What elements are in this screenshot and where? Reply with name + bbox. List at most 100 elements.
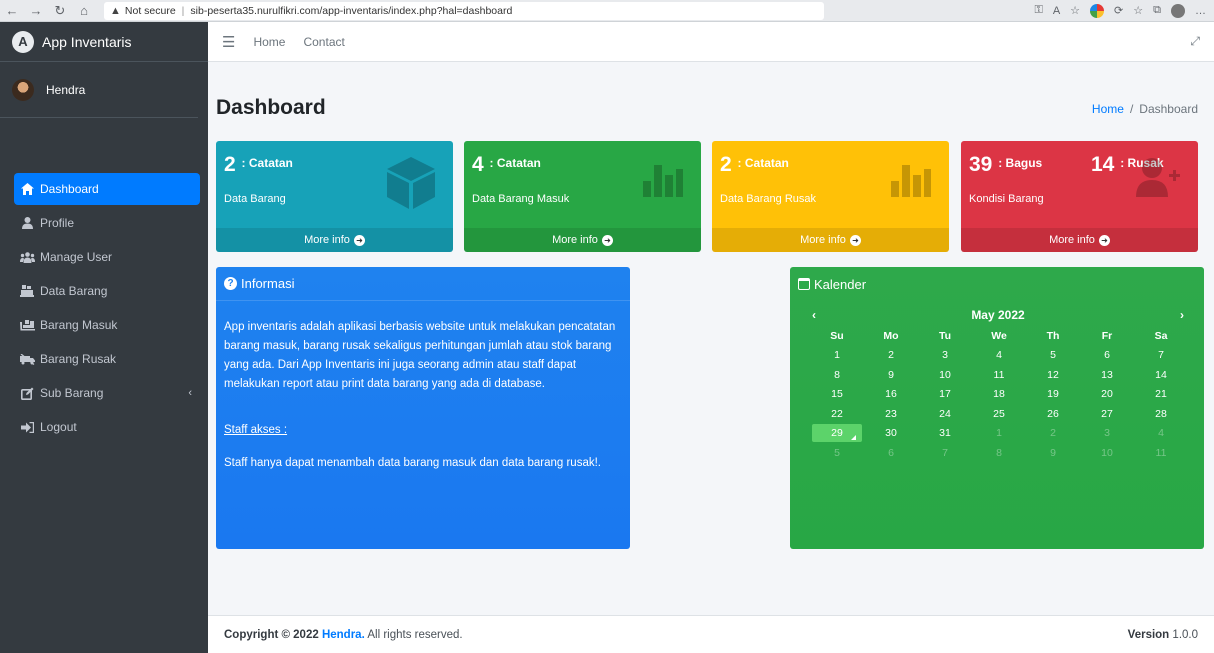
more-info-link[interactable]: More info ➜ — [216, 228, 453, 252]
calendar-day[interactable]: 4 — [1134, 427, 1188, 439]
calendar-day[interactable]: 7 — [918, 447, 972, 459]
calendar-weekday: Tu — [938, 329, 952, 342]
brand[interactable]: A App Inventaris — [0, 22, 208, 62]
key-icon[interactable]: ⚿ — [1034, 4, 1042, 17]
stat-label: Kondisi Barang — [969, 193, 1044, 205]
calendar-day[interactable]: 25 — [972, 408, 1026, 420]
calendar-weekday: Fr — [1101, 329, 1113, 342]
calendar-day[interactable]: 3 — [918, 349, 972, 361]
calendar-month-label[interactable]: May 2022 — [971, 308, 1024, 322]
calendar-day[interactable]: 16 — [864, 388, 918, 400]
calendar-day[interactable]: 30 — [864, 427, 918, 439]
more-info-link[interactable]: More info ➜ — [712, 228, 949, 252]
sidebar-item-logout[interactable]: Logout — [14, 411, 200, 443]
calendar-day[interactable]: 2 — [864, 349, 918, 361]
calendar-day[interactable]: 8 — [972, 447, 1026, 459]
calendar-day[interactable]: 20 — [1080, 388, 1134, 400]
calendar-day[interactable]: 28 — [1134, 408, 1188, 420]
stat-box-barang-rusak: 2 : Catatan Data Barang Rusak More info ➜ — [712, 141, 949, 252]
calendar-day[interactable]: 18 — [972, 388, 1026, 400]
sync-icon[interactable]: ⟳ — [1114, 4, 1123, 17]
favorite-icon[interactable]: ☆ — [1070, 4, 1080, 17]
hamburger-menu-icon[interactable]: ☰ — [222, 33, 235, 51]
profile-avatar-icon[interactable] — [1171, 3, 1185, 18]
sidebar-item-barang-rusak[interactable]: Barang Rusak — [14, 343, 200, 375]
calendar-day[interactable]: 3 — [1080, 427, 1134, 439]
nav-contact-link[interactable]: Contact — [303, 35, 344, 49]
calendar-day[interactable]: 22 — [810, 408, 864, 420]
calendar-day[interactable]: 7 — [1134, 349, 1188, 361]
chevron-left-icon[interactable]: ‹ — [188, 387, 192, 399]
stat-value: 2 : Catatan — [224, 153, 293, 177]
address-bar[interactable]: ▲ Not secure | sib-peserta35.nurulfikri.… — [104, 1, 824, 20]
calendar-day[interactable]: 9 — [1026, 447, 1080, 459]
back-icon[interactable]: ← — [0, 3, 24, 18]
calendar-day[interactable]: 31 — [918, 427, 972, 439]
arrow-circle-right-icon: ➜ — [1098, 234, 1110, 246]
more-icon[interactable]: … — [1195, 5, 1206, 17]
sidebar-item-barang-masuk[interactable]: Barang Masuk — [14, 309, 200, 341]
calendar-card: Kalender ‹ May 2022 › Su Mo Tu We Th Fr Sa 1 2 3 4… — [790, 267, 1204, 549]
nav-home-link[interactable]: Home — [253, 35, 285, 49]
calendar-prev-button[interactable]: ‹ — [812, 308, 816, 322]
calendar-day[interactable]: 1 — [810, 349, 864, 361]
sidebar-item-manage-user[interactable]: Manage User — [14, 241, 200, 273]
calendar-day[interactable]: 6 — [1080, 349, 1134, 361]
sidebar-item-label: Manage User — [40, 250, 113, 264]
calendar-day[interactable]: 19 — [1026, 388, 1080, 400]
sign-out-icon — [14, 421, 40, 433]
dolly-icon — [14, 285, 40, 297]
calendar-day[interactable]: 14 — [1134, 369, 1188, 381]
calendar-day[interactable]: 9 — [864, 369, 918, 381]
forward-icon[interactable]: → — [24, 3, 48, 18]
calendar-day[interactable]: 24 — [918, 408, 972, 420]
sidebar-item-sub-barang[interactable]: Sub Barang ‹ — [14, 377, 200, 409]
calendar-day[interactable]: 5 — [810, 447, 864, 459]
breadcrumb-separator: / — [1129, 102, 1134, 116]
breadcrumb-home-link[interactable]: Home — [1092, 102, 1124, 116]
calendar-day[interactable]: 27 — [1080, 408, 1134, 420]
edit-icon — [14, 387, 40, 400]
calendar-day[interactable]: 26 — [1026, 408, 1080, 420]
calendar-day[interactable]: 23 — [864, 408, 918, 420]
calendar-day[interactable]: 13 — [1080, 369, 1134, 381]
calendar-day[interactable]: 21 — [1134, 388, 1188, 400]
arrow-circle-right-icon: ➜ — [601, 234, 613, 246]
calendar-day[interactable]: 8 — [810, 369, 864, 381]
calendar-day[interactable]: 15 — [810, 388, 864, 400]
read-aloud-icon[interactable]: A — [1053, 5, 1060, 17]
favorites-bar-icon[interactable]: ☆ — [1133, 4, 1143, 17]
user-panel[interactable]: Hendra — [0, 62, 198, 118]
calendar-day[interactable]: 12 — [1026, 369, 1080, 381]
refresh-icon[interactable]: ↻ — [48, 3, 72, 19]
calendar-day[interactable]: 2 — [1026, 427, 1080, 439]
calendar-day-today[interactable]: 29 — [812, 424, 862, 443]
calendar-week-row: 22 23 24 25 26 27 28 — [810, 404, 1188, 424]
warning-icon: ▲ — [110, 4, 121, 17]
home-browser-icon[interactable]: ⌂ — [72, 3, 96, 18]
sidebar-item-data-barang[interactable]: Data Barang — [14, 275, 200, 307]
stat-label: Data Barang Masuk — [472, 193, 570, 205]
calendar-day[interactable]: 10 — [918, 369, 972, 381]
fullscreen-expand-icon[interactable]: ⤢ — [1190, 34, 1200, 49]
calendar-day[interactable]: 6 — [864, 447, 918, 459]
sidebar-item-profile[interactable]: Profile — [14, 207, 200, 239]
calendar-day[interactable]: 1 — [972, 427, 1026, 439]
more-info-link[interactable]: More info ➜ — [464, 228, 701, 252]
extension-icon[interactable] — [1090, 3, 1105, 18]
author-link[interactable]: Hendra. — [322, 629, 365, 641]
stat-number: 39 — [969, 153, 993, 176]
calendar-day[interactable]: 4 — [972, 349, 1026, 361]
brand-logo-icon: A — [12, 30, 34, 53]
copyright-label: Copyright © 2022 — [224, 628, 322, 641]
calendar-next-button[interactable]: › — [1180, 308, 1184, 322]
calendar-day[interactable]: 17 — [918, 388, 972, 400]
calendar-day[interactable]: 11 — [972, 369, 1026, 381]
more-info-link[interactable]: More info ➜ — [961, 228, 1198, 252]
stat-value-bagus: 39 : Bagus — [969, 153, 1042, 177]
sidebar-item-dashboard[interactable]: Dashboard — [14, 173, 200, 205]
calendar-day[interactable]: 5 — [1026, 349, 1080, 361]
calendar-day[interactable]: 10 — [1080, 447, 1134, 459]
collections-icon[interactable]: ⧉ — [1153, 4, 1161, 17]
calendar-day[interactable]: 11 — [1134, 447, 1188, 459]
